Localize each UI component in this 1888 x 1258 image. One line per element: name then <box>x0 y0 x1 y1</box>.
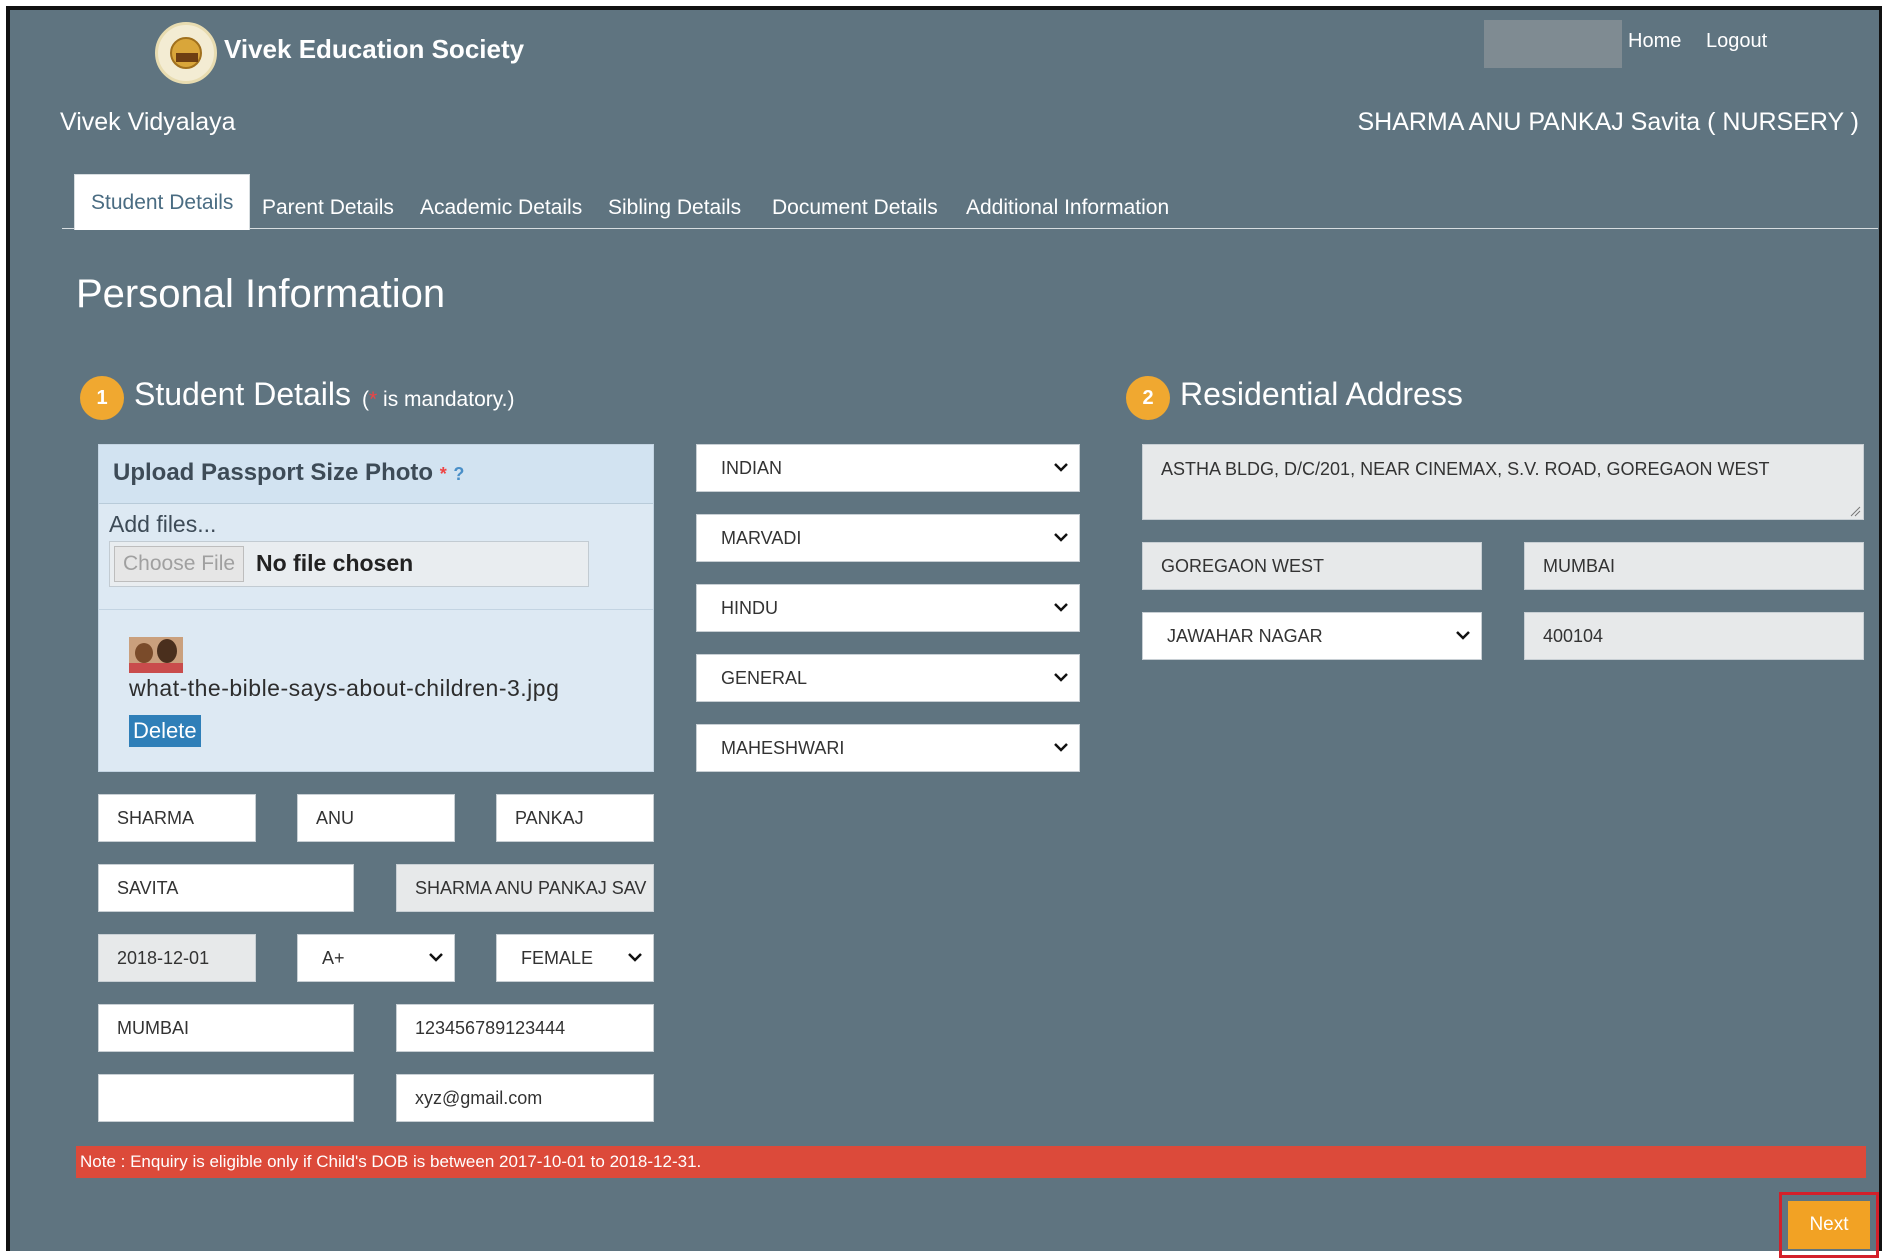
first-name-input[interactable]: ANU <box>297 794 455 842</box>
delete-button[interactable]: Delete <box>129 715 201 747</box>
tab-document-details[interactable]: Document Details <box>772 188 938 228</box>
mandatory-note: (* is mandatory.) <box>362 388 515 411</box>
tab-student-details[interactable]: Student Details <box>74 174 251 230</box>
mother-tongue-select[interactable]: MARVADI <box>696 514 1080 562</box>
student-details-heading: Student Details <box>134 376 352 412</box>
chevron-down-icon <box>1054 463 1068 472</box>
middle-name-input[interactable]: PANKAJ <box>496 794 654 842</box>
mother-name-input[interactable]: SAVITA <box>98 864 354 912</box>
help-icon[interactable]: ? <box>453 464 464 484</box>
tab-academic-details[interactable]: Academic Details <box>420 188 582 228</box>
next-button-highlight: Next <box>1779 1192 1879 1258</box>
tab-sibling-details[interactable]: Sibling Details <box>608 188 741 228</box>
aadhar-input[interactable]: 123456789123444 <box>396 1004 654 1052</box>
address-textarea[interactable]: ASTHA BLDG, D/C/201, NEAR CINEMAX, S.V. … <box>1142 444 1864 520</box>
chevron-down-icon <box>1054 743 1068 752</box>
nationality-select[interactable]: INDIAN <box>696 444 1080 492</box>
app-frame: Vivek Education Society Home Logout Vive… <box>6 6 1882 1258</box>
dob-field[interactable]: 2018-12-01 <box>98 934 256 982</box>
gender-select[interactable]: FEMALE <box>496 934 654 982</box>
city-input[interactable]: MUMBAI <box>1524 542 1864 590</box>
page-title: Personal Information <box>76 272 446 316</box>
email-input[interactable]: xyz@gmail.com <box>396 1074 654 1122</box>
residential-address-heading: Residential Address <box>1180 376 1463 412</box>
blood-group-select[interactable]: A+ <box>297 934 455 982</box>
tab-additional-information[interactable]: Additional Information <box>966 188 1169 228</box>
surname-input[interactable]: SHARMA <box>98 794 256 842</box>
chevron-down-icon <box>429 953 443 962</box>
upload-title: Upload Passport Size Photo * ? <box>113 459 465 486</box>
area-input[interactable]: GOREGAON WEST <box>1142 542 1482 590</box>
tab-parent-details[interactable]: Parent Details <box>262 188 394 228</box>
tab-underline <box>62 228 1878 229</box>
chevron-down-icon <box>1456 631 1470 640</box>
eligibility-note: Note : Enquiry is eligible only if Child… <box>76 1146 1866 1178</box>
chevron-down-icon <box>1054 673 1068 682</box>
chevron-down-icon <box>1054 533 1068 542</box>
locality-select[interactable]: JAWAHAR NAGAR <box>1142 612 1482 660</box>
uploaded-file-name: what-the-bible-says-about-children-3.jpg <box>129 675 560 701</box>
brand-title: Vivek Education Society <box>224 34 525 64</box>
chevron-down-icon <box>1054 603 1068 612</box>
society-logo <box>155 22 217 84</box>
empty-input[interactable] <box>98 1074 354 1122</box>
birth-place-input[interactable]: MUMBAI <box>98 1004 354 1052</box>
uploaded-photo-thumbnail <box>129 637 183 673</box>
caste-select[interactable]: MAHESHWARI <box>696 724 1080 772</box>
step-badge-1: 1 <box>80 376 124 420</box>
religion-select[interactable]: HINDU <box>696 584 1080 632</box>
full-name-field: SHARMA ANU PANKAJ SAV <box>396 864 654 912</box>
resize-handle-icon[interactable] <box>1849 505 1861 517</box>
file-input[interactable]: Choose File No file chosen <box>109 541 589 587</box>
home-link[interactable]: Home <box>1628 30 1681 53</box>
pincode-input[interactable]: 400104 <box>1524 612 1864 660</box>
school-name: Vivek Vidyalaya <box>60 108 236 136</box>
logout-link[interactable]: Logout <box>1706 30 1767 53</box>
choose-file-button[interactable]: Choose File <box>114 546 245 582</box>
photo-upload-panel: Upload Passport Size Photo * ? Add files… <box>98 444 654 772</box>
chevron-down-icon <box>628 953 642 962</box>
no-file-chosen-text: No file chosen <box>256 550 414 576</box>
step-badge-2: 2 <box>1126 376 1170 420</box>
add-files-label: Add files... <box>109 511 217 537</box>
student-name-label: SHARMA ANU PANKAJ Savita ( NURSERY ) <box>1357 108 1859 136</box>
category-select[interactable]: GENERAL <box>696 654 1080 702</box>
user-placeholder-box <box>1484 20 1622 68</box>
next-button[interactable]: Next <box>1788 1201 1870 1249</box>
